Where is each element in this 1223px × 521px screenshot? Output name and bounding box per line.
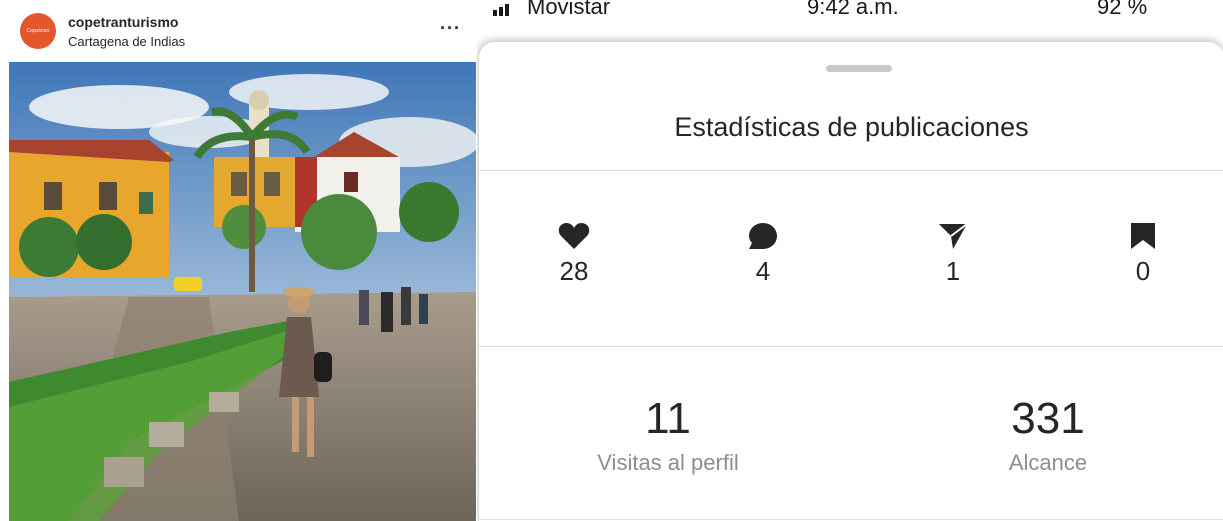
likes-metric: 28 — [534, 222, 614, 287]
reach-stat: 331 Alcance — [918, 394, 1178, 476]
profile-visits-value: 11 — [645, 394, 691, 443]
status-time: 9:42 a.m. — [807, 0, 899, 19]
carrier-name: Movistar — [527, 0, 611, 19]
comments-count: 4 — [755, 256, 771, 286]
more-horizontal-icon[interactable]: ··· — [440, 18, 464, 38]
divider — [479, 170, 1223, 171]
status-bar: Movistar 9:42 a.m. 92 % — [477, 0, 1223, 42]
instagram-post: Copetran copetranturismo Cartagena de In… — [0, 0, 477, 521]
sheet-title: Estadísticas de publicaciones — [674, 112, 1029, 142]
profile-visits-label: Visitas al perfil — [597, 450, 739, 475]
send-icon — [939, 223, 968, 249]
comment-icon — [749, 223, 777, 249]
saves-count: 0 — [1135, 256, 1151, 286]
avatar[interactable]: Copetran — [20, 13, 56, 49]
bookmark-icon — [1131, 223, 1155, 249]
shares-metric: 1 — [913, 222, 993, 287]
signal-icon — [493, 4, 509, 16]
heart-icon — [558, 223, 590, 249]
battery-percent: 92 % — [1097, 0, 1148, 19]
divider — [479, 346, 1223, 347]
post-photo[interactable] — [9, 62, 476, 521]
avatar-logo-text: Copetran — [26, 28, 50, 34]
street-scene-illustration — [9, 62, 476, 521]
reach-label: Alcance — [1008, 450, 1088, 475]
saves-metric: 0 — [1103, 222, 1183, 287]
sheet-drag-handle[interactable] — [826, 65, 892, 72]
insights-sheet: Estadísticas de publicaciones 28 4 1 0 1… — [478, 42, 1223, 521]
username[interactable]: copetranturismo — [68, 14, 178, 30]
post-header: Copetran copetranturismo Cartagena de In… — [0, 0, 477, 62]
profile-visits-stat: 11 Visitas al perfil — [538, 394, 798, 476]
comments-metric: 4 — [723, 222, 803, 287]
post-insights-panel: Movistar 9:42 a.m. 92 % Estadísticas de … — [477, 0, 1223, 521]
divider — [479, 519, 1223, 520]
likes-count: 28 — [559, 256, 589, 286]
reach-value: 331 — [1011, 394, 1085, 443]
shares-count: 1 — [945, 256, 961, 286]
location[interactable]: Cartagena de Indias — [68, 34, 185, 49]
